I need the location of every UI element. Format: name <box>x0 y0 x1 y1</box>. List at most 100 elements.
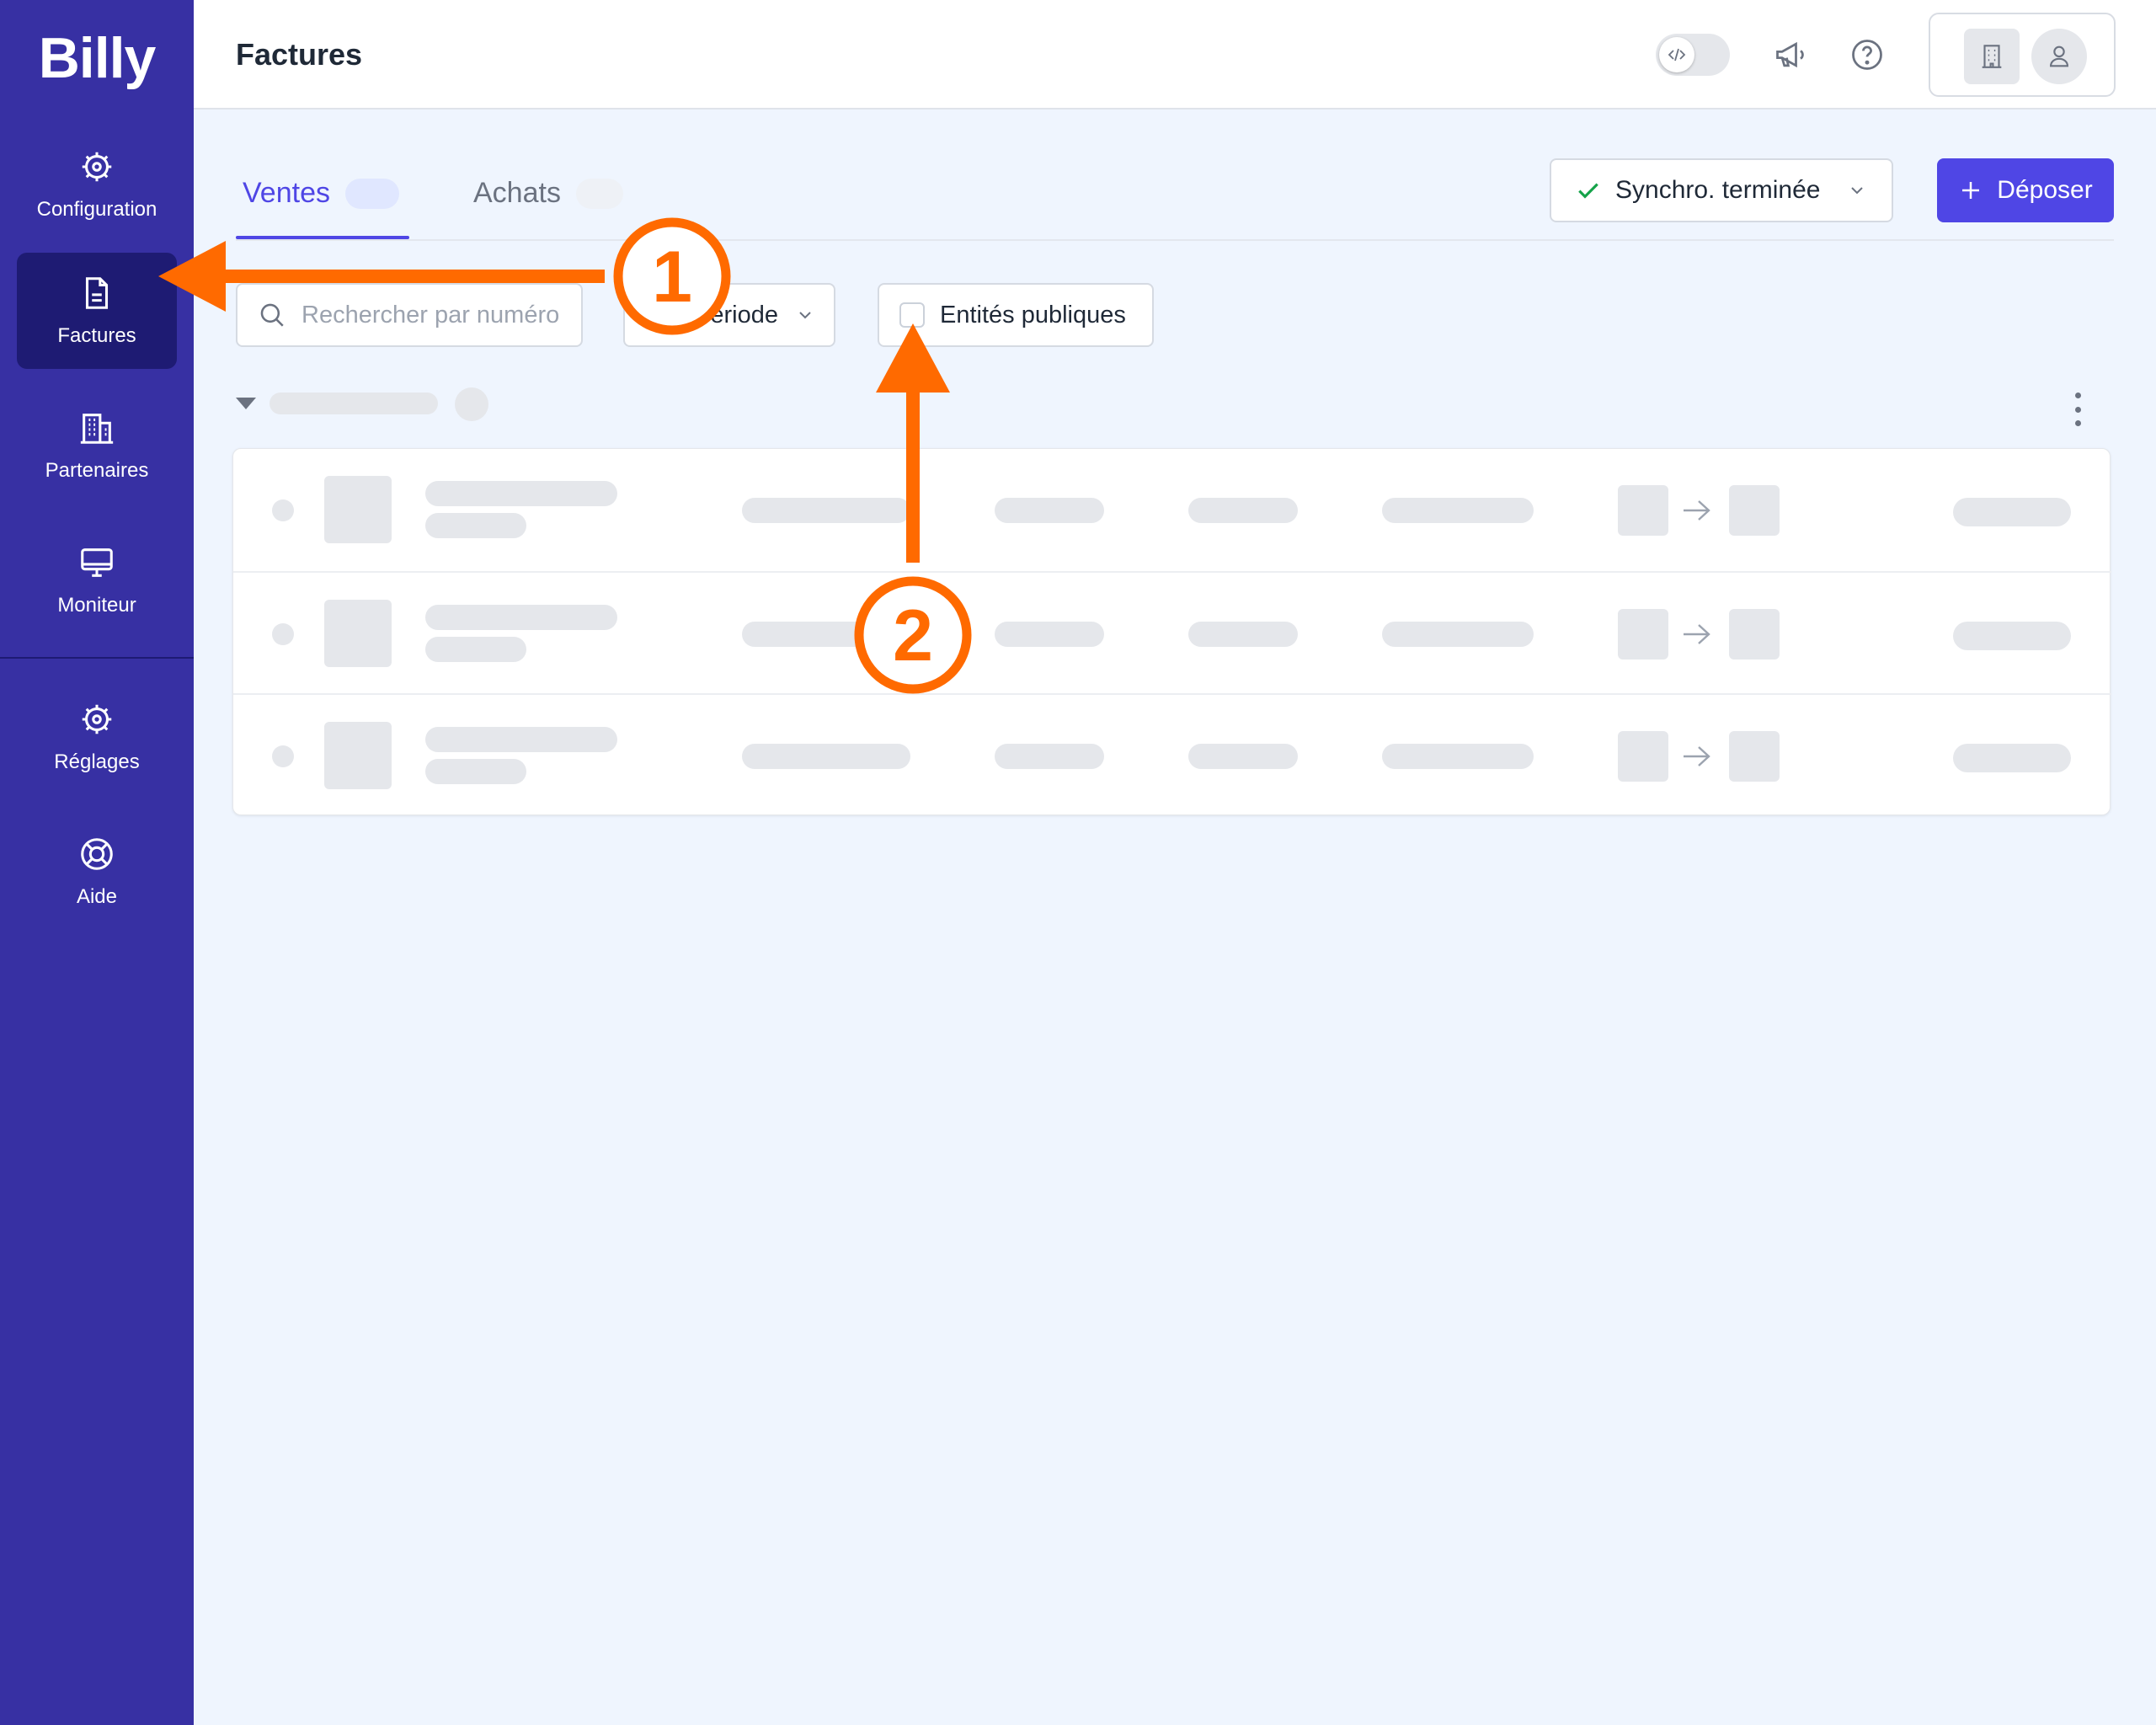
tab-ventes[interactable]: Ventes <box>243 177 399 210</box>
period-dropdown[interactable]: eriode <box>623 283 835 347</box>
megaphone-icon <box>1776 41 1804 68</box>
sidebar-item-moniteur[interactable]: Moniteur <box>17 522 177 638</box>
top-header: Factures <box>194 0 2156 109</box>
public-entities-filter[interactable]: Entités publiques <box>878 283 1154 347</box>
cog-icon <box>82 152 112 182</box>
thumbnail-skeleton <box>324 600 392 667</box>
table-row[interactable] <box>233 449 2111 571</box>
code-icon <box>1668 48 1686 61</box>
text-skeleton <box>1382 744 1534 769</box>
text-skeleton <box>425 481 617 506</box>
sidebar-item-label: Aide <box>76 885 118 908</box>
thumbnail-skeleton <box>324 722 392 789</box>
text-skeleton <box>425 727 617 752</box>
arrow-right-icon <box>1684 500 1710 521</box>
sidebar-item-label: Partenaires <box>45 459 149 482</box>
organization-button[interactable] <box>1964 29 2020 84</box>
document-icon <box>85 277 109 309</box>
announcements-button[interactable] <box>1770 34 1812 76</box>
check-icon <box>1578 183 1598 199</box>
tab-count-badge <box>344 178 399 209</box>
text-skeleton <box>742 622 910 647</box>
annotation-overlay: 1 2 <box>158 217 972 694</box>
status-skeleton <box>1953 498 2071 526</box>
status-dot-skeleton <box>272 623 294 645</box>
more-options-icon[interactable] <box>2073 393 2082 426</box>
tab-label: Achats <box>473 177 561 209</box>
receiver-skeleton <box>1729 609 1780 660</box>
sidebar-item-aide[interactable]: Aide <box>17 814 177 930</box>
sidebar-item-configuration[interactable]: Configuration <box>17 126 177 243</box>
text-skeleton <box>425 637 526 662</box>
group-title-skeleton <box>270 393 438 414</box>
public-entities-label: Entités publiques <box>940 301 1126 328</box>
text-skeleton <box>995 498 1104 523</box>
thumbnail-skeleton <box>324 476 392 543</box>
search-icon <box>260 303 284 327</box>
building-icon <box>1982 45 2002 68</box>
sender-skeleton <box>1618 485 1668 536</box>
caret-down-icon[interactable] <box>236 398 256 409</box>
text-skeleton <box>1188 622 1298 647</box>
receiver-skeleton <box>1729 731 1780 782</box>
cog-icon <box>82 704 112 734</box>
tab-label: Ventes <box>243 177 330 209</box>
tabs-divider <box>236 239 2114 241</box>
text-skeleton <box>742 744 910 769</box>
sidebar: Billy Configuration Factures Partenaires… <box>0 0 194 1725</box>
page-title: Factures <box>236 37 363 72</box>
text-skeleton <box>1188 744 1298 769</box>
sender-skeleton <box>1618 731 1668 782</box>
sidebar-item-reglages[interactable]: Réglages <box>17 679 177 795</box>
text-skeleton <box>425 759 526 784</box>
status-dot-skeleton <box>272 745 294 767</box>
sidebar-item-factures[interactable]: Factures <box>17 253 177 369</box>
sidebar-item-partenaires[interactable]: Partenaires <box>17 387 177 504</box>
table-row[interactable] <box>233 571 2111 693</box>
arrow-right-icon <box>1684 746 1710 766</box>
chevron-down-icon <box>799 312 811 319</box>
invoice-table <box>232 448 2111 815</box>
developer-mode-toggle[interactable] <box>1656 34 1730 76</box>
sidebar-divider <box>0 657 194 659</box>
text-skeleton <box>742 498 910 523</box>
receiver-skeleton <box>1729 485 1780 536</box>
building-icon <box>80 414 114 444</box>
text-skeleton <box>425 513 526 538</box>
user-icon <box>2050 45 2068 67</box>
tab-count-badge <box>575 178 623 209</box>
public-entities-checkbox[interactable] <box>899 302 925 328</box>
sync-status-label: Synchro. terminée <box>1615 176 1821 204</box>
text-skeleton <box>1188 498 1298 523</box>
search-input[interactable] <box>302 301 571 329</box>
status-skeleton <box>1953 744 2071 772</box>
period-label: eriode <box>710 301 778 328</box>
search-field[interactable] <box>236 283 583 347</box>
text-skeleton <box>1382 622 1534 647</box>
status-dot-skeleton <box>272 499 294 521</box>
sidebar-item-label: Réglages <box>54 750 140 773</box>
chevron-down-icon <box>1851 187 1864 195</box>
table-row[interactable] <box>233 693 2111 815</box>
text-skeleton <box>995 622 1104 647</box>
tab-achats[interactable]: Achats <box>473 177 623 210</box>
help-button[interactable] <box>1846 34 1888 76</box>
sender-skeleton <box>1618 609 1668 660</box>
status-skeleton <box>1953 622 2071 650</box>
text-skeleton <box>995 744 1104 769</box>
user-avatar[interactable] <box>2031 29 2087 84</box>
plus-icon <box>1962 182 1980 199</box>
sidebar-item-label: Configuration <box>36 198 157 221</box>
sidebar-item-label: Moniteur <box>57 594 136 617</box>
account-switcher[interactable] <box>1929 13 2116 97</box>
deposit-button[interactable]: Déposer <box>1937 158 2114 222</box>
monitor-icon <box>81 548 113 577</box>
toggle-knob <box>1659 37 1694 72</box>
sync-status-dropdown[interactable]: Synchro. terminée <box>1550 158 1893 222</box>
arrow-right-icon <box>1684 624 1710 644</box>
deposit-button-label: Déposer <box>1997 176 2093 204</box>
text-skeleton <box>425 605 617 630</box>
group-count-skeleton <box>455 387 488 421</box>
lifebuoy-icon <box>81 838 113 870</box>
app-logo: Billy <box>38 26 157 90</box>
